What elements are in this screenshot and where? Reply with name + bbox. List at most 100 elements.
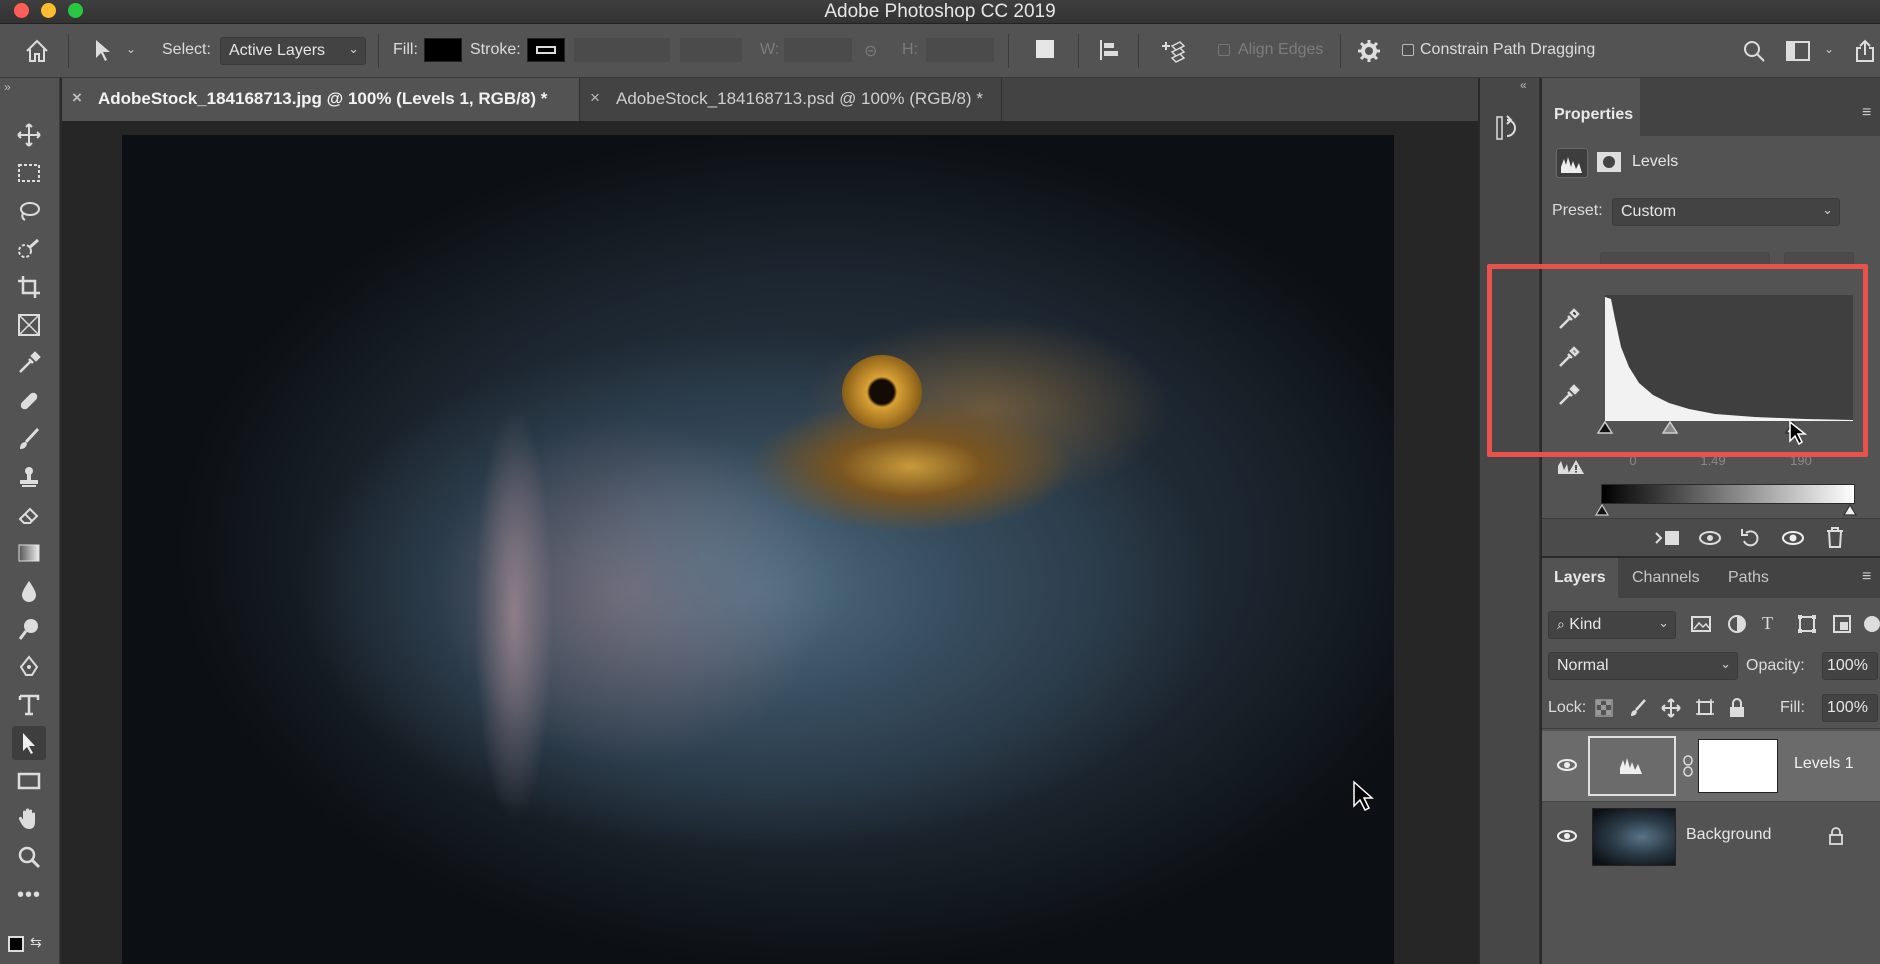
brush-tool-icon[interactable] — [12, 422, 46, 456]
link-icon[interactable]: ⊝ — [864, 41, 877, 61]
chevron-down-icon[interactable]: ⌄ — [1824, 42, 1834, 56]
eye-icon[interactable] — [1780, 527, 1806, 553]
constrain-path-checkbox[interactable] — [1402, 44, 1414, 56]
history-icon[interactable] — [1494, 114, 1522, 146]
tab-paths[interactable]: Paths — [1716, 558, 1786, 598]
eyedropper-tool-icon[interactable] — [12, 346, 46, 380]
frame-tool-icon[interactable] — [12, 308, 46, 342]
close-tab-icon[interactable]: × — [72, 88, 82, 108]
share-icon[interactable] — [1852, 38, 1878, 68]
crop-tool-icon[interactable] — [12, 270, 46, 304]
path-alignment-icon[interactable] — [1098, 38, 1120, 66]
filter-smart-object-icon[interactable] — [1832, 614, 1852, 638]
stroke-type-dropdown[interactable] — [680, 38, 742, 62]
clip-warning-icon[interactable] — [1556, 458, 1586, 480]
select-dropdown[interactable]: Active Layers ⌄ — [220, 37, 366, 65]
layer-name[interactable]: Levels 1 — [1794, 755, 1854, 773]
blur-tool-icon[interactable] — [12, 574, 46, 608]
view-previous-state-icon[interactable] — [1696, 527, 1724, 553]
panel-menu-icon[interactable]: ≡ — [1862, 568, 1871, 586]
pen-tool-icon[interactable] — [12, 650, 46, 684]
filter-toggle-icon[interactable] — [1864, 616, 1880, 632]
layer-mask-thumbnail[interactable] — [1698, 739, 1778, 793]
layer-row-levels-1[interactable]: Levels 1 — [1542, 731, 1880, 801]
filter-pixel-icon[interactable] — [1690, 614, 1712, 638]
fill-swatch[interactable] — [424, 38, 462, 62]
blend-mode-dropdown[interactable]: Normal ⌄ — [1548, 652, 1738, 680]
zoom-tool-icon[interactable] — [12, 840, 46, 874]
expand-toolbar-icon[interactable]: » — [4, 80, 11, 94]
filter-type-icon[interactable]: T — [1762, 613, 1773, 634]
panel-menu-icon[interactable]: ≡ — [1862, 104, 1871, 122]
path-selection-tool-icon[interactable] — [12, 726, 46, 760]
gear-icon[interactable] — [1356, 38, 1382, 68]
height-field[interactable] — [926, 38, 994, 62]
workspace-icon[interactable] — [1786, 41, 1810, 65]
quick-selection-tool-icon[interactable] — [12, 232, 46, 266]
close-tab-icon[interactable]: × — [590, 88, 600, 108]
move-tool-icon[interactable] — [12, 118, 46, 152]
rectangle-tool-icon[interactable] — [12, 764, 46, 798]
chain-link-icon[interactable] — [1682, 755, 1694, 781]
layer-name[interactable]: Background — [1686, 826, 1771, 844]
trash-icon[interactable] — [1824, 525, 1846, 553]
filter-kind-dropdown[interactable]: ⌕ Kind ⌄ — [1548, 611, 1676, 639]
hand-tool-icon[interactable] — [12, 802, 46, 836]
levels-adjustment-thumbnail[interactable] — [1588, 736, 1676, 796]
lock-artboard-icon[interactable] — [1694, 698, 1716, 722]
home-icon[interactable] — [24, 38, 50, 68]
tab-properties-label: Properties — [1554, 106, 1634, 123]
dodge-tool-icon[interactable] — [12, 612, 46, 646]
align-edges-checkbox[interactable] — [1218, 44, 1230, 56]
mask-icon[interactable] — [1594, 148, 1626, 178]
input-midtone-value[interactable]: 1.49 — [1684, 456, 1742, 470]
lock-image-pixels-icon[interactable] — [1628, 698, 1648, 722]
search-icon[interactable] — [1742, 39, 1766, 67]
layer-row-background[interactable]: Background — [1542, 801, 1880, 871]
collapse-dock-icon[interactable]: « — [1520, 78, 1527, 92]
stroke-width-field[interactable] — [574, 38, 670, 62]
input-white-value[interactable]: 190 — [1772, 456, 1830, 470]
path-operations-icon[interactable] — [1036, 40, 1054, 58]
levels-adjustment-icon[interactable] — [1556, 148, 1588, 178]
tab-document-psd[interactable]: × AdobeStock_184168713.psd @ 100% (RGB/8… — [580, 78, 1000, 121]
preset-dropdown[interactable]: Custom ⌄ — [1612, 198, 1840, 226]
document-canvas-image[interactable] — [122, 135, 1394, 964]
lasso-tool-icon[interactable] — [12, 194, 46, 228]
background-layer-thumbnail[interactable] — [1592, 808, 1676, 866]
tab-document-jpg[interactable]: × AdobeStock_184168713.jpg @ 100% (Level… — [62, 78, 579, 121]
healing-brush-tool-icon[interactable] — [12, 384, 46, 418]
input-black-value[interactable]: 0 — [1604, 456, 1662, 470]
width-field[interactable] — [784, 38, 852, 62]
swap-colors-icon[interactable]: ⇆ — [30, 934, 42, 951]
eraser-tool-icon[interactable] — [12, 498, 46, 532]
h-label: H: — [902, 41, 918, 58]
filter-adjustment-icon[interactable] — [1726, 614, 1748, 638]
path-arrangement-icon[interactable] — [1158, 36, 1186, 68]
clone-stamp-tool-icon[interactable] — [12, 460, 46, 494]
constrain-path-label: Constrain Path Dragging — [1420, 41, 1596, 58]
opacity-field[interactable]: 100% — [1822, 652, 1878, 680]
eye-icon[interactable] — [1556, 757, 1578, 777]
tab-properties[interactable]: Properties — [1542, 78, 1640, 136]
tab-paths-label: Paths — [1728, 569, 1769, 586]
default-colors-icon[interactable] — [8, 936, 24, 952]
filter-shape-icon[interactable] — [1796, 614, 1818, 638]
gradient-tool-icon[interactable] — [12, 536, 46, 570]
stroke-swatch[interactable] — [527, 38, 565, 62]
lock-position-icon[interactable] — [1660, 697, 1682, 723]
lock-transparent-pixels-icon[interactable] — [1594, 698, 1614, 722]
tab-layers[interactable]: Layers — [1542, 558, 1618, 598]
path-selection-tool-icon[interactable] — [92, 38, 116, 68]
marquee-tool-icon[interactable] — [12, 156, 46, 190]
fill-field[interactable]: 100% — [1822, 694, 1878, 722]
reset-icon[interactable] — [1738, 527, 1764, 553]
lock-all-icon[interactable] — [1728, 697, 1746, 723]
clip-to-layer-icon[interactable] — [1654, 527, 1682, 553]
eye-icon[interactable] — [1556, 828, 1578, 848]
fill-value: 100% — [1827, 699, 1868, 716]
tab-channels[interactable]: Channels — [1618, 558, 1716, 598]
chevron-down-icon[interactable]: ⌄ — [126, 42, 136, 56]
type-tool-icon[interactable] — [12, 688, 46, 722]
more-tools-icon[interactable]: ••• — [12, 878, 46, 912]
